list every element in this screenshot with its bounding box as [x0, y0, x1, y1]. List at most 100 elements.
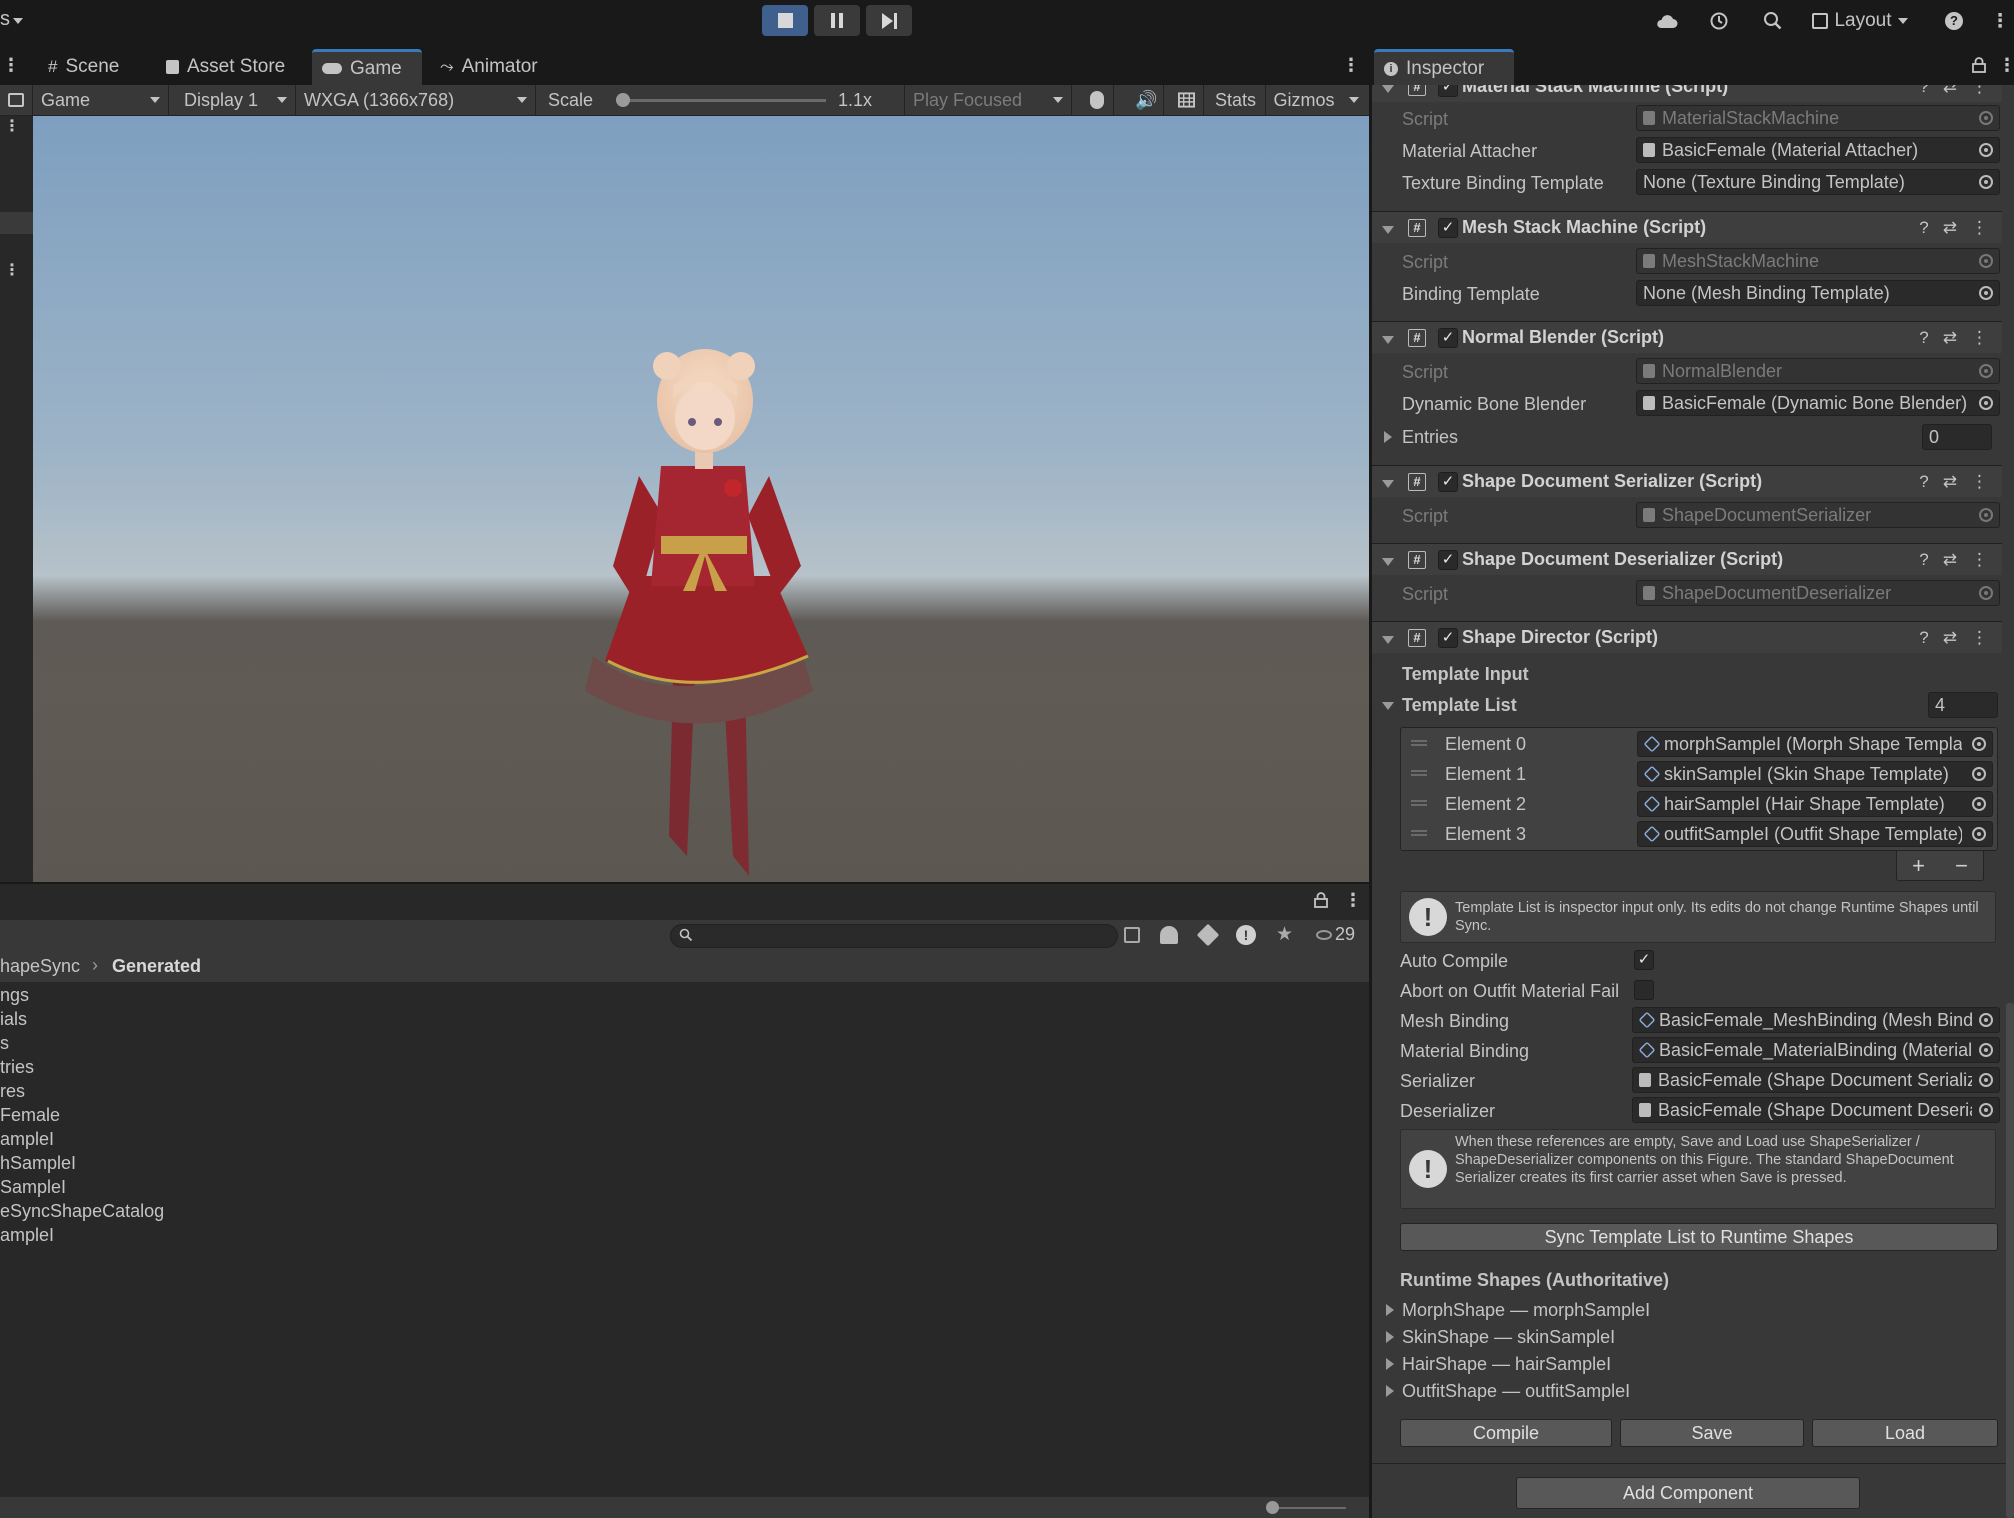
panel-menu-icon[interactable]: ⋮	[4, 260, 20, 280]
component-menu-icon[interactable]: ⋮	[1971, 628, 1988, 648]
cloud-icon[interactable]	[1652, 6, 1682, 36]
tab-inspector[interactable]: i Inspector	[1374, 49, 1514, 85]
script-field[interactable]: MaterialStackMachine	[1636, 105, 2000, 131]
list-item[interactable]: ampleI	[0, 1225, 54, 1246]
hierarchy-row[interactable]	[0, 212, 33, 234]
help-icon[interactable]: ?	[1919, 472, 1928, 492]
list-item[interactable]: Element 2 hairSampleI (Hair Shape Templa…	[1401, 789, 1997, 819]
grid-icon[interactable]	[1170, 85, 1204, 115]
mesh-binding-field[interactable]: BasicFemale_MeshBinding (Mesh Binding Te…	[1632, 1007, 2000, 1033]
bug-icon[interactable]	[1080, 85, 1114, 115]
play-mode-dropdown[interactable]: Play Focused	[904, 85, 1072, 115]
panel-menu-icon[interactable]: ⋮	[2, 55, 20, 76]
gizmos-button[interactable]: Gizmos	[1268, 85, 1340, 115]
add-element-button[interactable]: +	[1912, 853, 1925, 879]
component-header-serializer[interactable]: # ✓ Shape Document Serializer (Script) ?…	[1372, 465, 2002, 497]
help-icon[interactable]: ?	[1919, 328, 1928, 348]
material-attacher-field[interactable]: BasicFemale (Material Attacher)	[1636, 137, 2000, 163]
list-item[interactable]: hSampleI	[0, 1153, 76, 1174]
compile-button[interactable]: Compile	[1400, 1419, 1612, 1447]
runtime-shape-item[interactable]: HairShape — hairSampleI	[1402, 1354, 1611, 1375]
object-picker-icon[interactable]	[1979, 111, 1993, 125]
more-menu-icon[interactable]: ⋮	[1991, 6, 2010, 36]
drag-handle-icon[interactable]	[1411, 800, 1427, 806]
list-item[interactable]: Female	[0, 1105, 60, 1126]
fold-arrow-icon[interactable]	[1386, 1358, 1394, 1370]
component-menu-icon[interactable]: ⋮	[1971, 472, 1988, 492]
account-menu-fragment[interactable]: s	[0, 8, 10, 31]
fold-arrow-icon[interactable]	[1382, 480, 1394, 488]
component-menu-icon[interactable]: ⋮	[1971, 550, 1988, 570]
panel-menu-icon[interactable]: ⋮	[1344, 890, 1362, 911]
presets-icon[interactable]: ⇄	[1943, 85, 1957, 97]
material-binding-field[interactable]: BasicFemale_MaterialBinding (Material Bi…	[1632, 1037, 2000, 1063]
serializer-field[interactable]: BasicFemale (Shape Document Serializer)	[1632, 1067, 2000, 1093]
object-picker-icon[interactable]	[1972, 767, 1986, 781]
drag-handle-icon[interactable]	[1411, 830, 1427, 836]
runtime-shape-item[interactable]: OutfitShape — outfitSampleI	[1402, 1381, 1630, 1402]
component-menu-icon[interactable]: ⋮	[1971, 218, 1988, 238]
component-menu-icon[interactable]: ⋮	[1971, 328, 1988, 348]
auto-compile-checkbox[interactable]: ✓	[1634, 950, 1654, 970]
object-picker-icon[interactable]	[1979, 364, 1993, 378]
template-list-label[interactable]: Template List	[1402, 695, 1517, 716]
scrollbar[interactable]	[2006, 1003, 2014, 1518]
audio-icon[interactable]: 🔊	[1130, 85, 1164, 115]
fold-arrow-icon[interactable]	[1386, 1385, 1394, 1397]
maximize-icon[interactable]	[0, 85, 33, 115]
list-item[interactable]: tries	[0, 1057, 34, 1078]
object-picker-icon[interactable]	[1979, 508, 1993, 522]
tab-asset-store[interactable]: Asset Store	[156, 49, 295, 85]
drag-handle-icon[interactable]	[1411, 770, 1427, 776]
help-icon[interactable]: ?	[1940, 6, 1968, 36]
fold-arrow-icon[interactable]	[1386, 1304, 1394, 1316]
texture-binding-field[interactable]: None (Texture Binding Template)	[1636, 169, 2000, 195]
add-component-button[interactable]: Add Component	[1516, 1477, 1860, 1509]
lock-icon[interactable]	[1972, 57, 1986, 78]
object-picker-icon[interactable]	[1972, 737, 1986, 751]
fold-arrow-icon[interactable]	[1382, 702, 1394, 710]
help-icon[interactable]: ?	[1919, 628, 1928, 648]
object-picker-icon[interactable]	[1979, 586, 1993, 600]
help-icon[interactable]: ?	[1919, 550, 1928, 570]
tab-options-icon[interactable]: ⋮	[1342, 55, 1360, 76]
filter-type-icon[interactable]	[1160, 926, 1178, 944]
panel-menu-icon[interactable]: ⋮	[4, 116, 20, 136]
project-search-input[interactable]	[670, 924, 1118, 948]
script-field[interactable]: ShapeDocumentDeserializer	[1636, 580, 2000, 606]
object-picker-icon[interactable]	[1979, 143, 1993, 157]
search-icon[interactable]	[1758, 6, 1788, 36]
script-field[interactable]: ShapeDocumentSerializer	[1636, 502, 2000, 528]
component-header-deserializer[interactable]: # ✓ Shape Document Deserializer (Script)…	[1372, 543, 2002, 575]
runtime-shape-item[interactable]: MorphShape — morphSampleI	[1402, 1300, 1650, 1321]
component-header-material-stack[interactable]: # ✓ Material Stack Machine (Script) ? ⇄ ⋮	[1372, 85, 2002, 102]
list-item[interactable]: Element 3 outfitSampleI (Outfit Shape Te…	[1401, 819, 1997, 849]
game-viewport[interactable]	[33, 116, 1370, 882]
search-by-type-icon[interactable]	[1124, 927, 1140, 943]
component-menu-icon[interactable]: ⋮	[1971, 85, 1988, 97]
component-header-shape-director[interactable]: # ✓ Shape Director (Script) ? ⇄ ⋮	[1372, 621, 2002, 653]
presets-icon[interactable]: ⇄	[1943, 550, 1957, 570]
enabled-checkbox[interactable]: ✓	[1438, 218, 1458, 238]
stop-play-button[interactable]	[762, 5, 808, 36]
tab-game[interactable]: Game	[312, 49, 422, 85]
runtime-shape-item[interactable]: SkinShape — skinSampleI	[1402, 1327, 1615, 1348]
save-button[interactable]: Save	[1620, 1419, 1804, 1447]
visible-count[interactable]: 29	[1316, 924, 1355, 945]
icon-size-slider[interactable]	[1266, 1501, 1346, 1514]
drag-handle-icon[interactable]	[1411, 740, 1427, 746]
enabled-checkbox[interactable]: ✓	[1438, 85, 1458, 97]
dynamic-bone-blender-field[interactable]: BasicFemale (Dynamic Bone Blender)	[1636, 390, 2000, 416]
fold-arrow-icon[interactable]	[1382, 558, 1394, 566]
object-picker-icon[interactable]	[1979, 175, 1993, 189]
element-field[interactable]: hairSampleI (Hair Shape Template)	[1637, 791, 1993, 817]
abort-on-fail-checkbox[interactable]	[1634, 980, 1654, 1000]
breadcrumb-item[interactable]: hapeSync	[0, 956, 80, 977]
object-picker-icon[interactable]	[1979, 286, 1993, 300]
object-picker-icon[interactable]	[1979, 396, 1993, 410]
fold-arrow-icon[interactable]	[1386, 1331, 1394, 1343]
deserializer-field[interactable]: BasicFemale (Shape Document Deserializer…	[1632, 1097, 2000, 1123]
help-icon[interactable]: ?	[1919, 85, 1928, 97]
entries-label[interactable]: Entries	[1402, 427, 1458, 448]
remove-element-button[interactable]: −	[1955, 853, 1968, 879]
